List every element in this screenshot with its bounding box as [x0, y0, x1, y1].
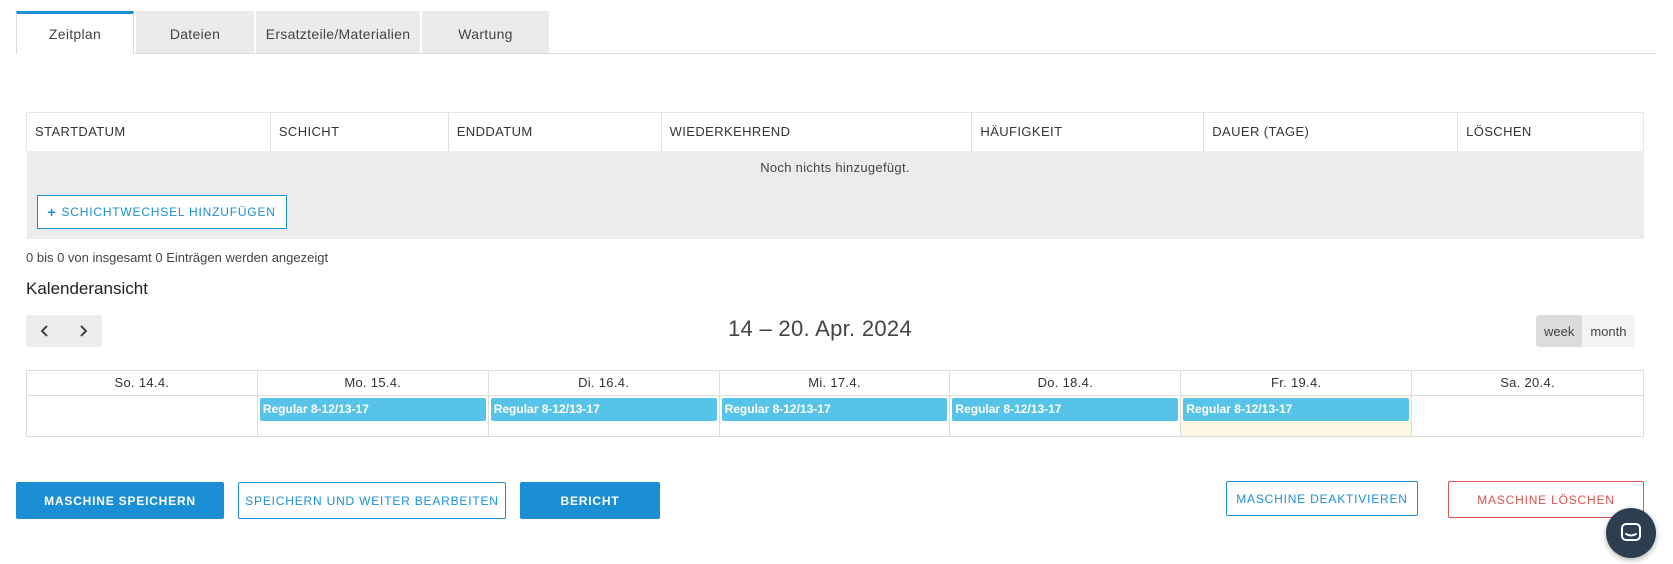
calendar-section-title: Kalenderansicht — [26, 279, 148, 298]
day-header-wed[interactable]: Mi. 17.4. — [719, 371, 951, 396]
empty-row: Noch nichts hinzugefügt. — [26, 150, 1644, 185]
view-week-button[interactable]: week — [1536, 315, 1583, 347]
day-header-fri[interactable]: Fr. 19.4. — [1181, 371, 1413, 396]
view-month-button[interactable]: month — [1582, 315, 1634, 347]
chat-icon — [1621, 523, 1641, 541]
empty-message: Noch nichts hinzugefügt. — [26, 150, 1644, 185]
tab-wartung[interactable]: Wartung — [422, 11, 549, 53]
tab-ersatzteile-materialien[interactable]: Ersatzteile/Materialien — [256, 11, 420, 53]
calendar-event[interactable]: Regular 8-12/13-17 — [1183, 398, 1410, 421]
calendar-event[interactable]: Regular 8-12/13-17 — [490, 398, 717, 421]
calendar-event[interactable]: Regular 8-12/13-17 — [721, 398, 948, 421]
tab-zeitplan[interactable]: Zeitplan — [16, 11, 134, 54]
tab-dateien[interactable]: Dateien — [136, 11, 254, 53]
day-cell-wed[interactable]: Regular 8-12/13-17 — [720, 396, 951, 436]
chevron-left-icon — [40, 325, 48, 337]
column-header-schicht[interactable]: SCHICHT — [269, 112, 449, 151]
calendar-event[interactable]: Regular 8-12/13-17 — [259, 398, 486, 421]
add-shift-change-button[interactable]: + SCHICHTWECHSEL HINZUFÜGEN — [36, 194, 287, 229]
day-cell-fri-today[interactable]: Regular 8-12/13-17 — [1181, 396, 1413, 436]
day-header-thu[interactable]: Do. 18.4. — [950, 371, 1182, 396]
entries-info: 0 bis 0 von insgesamt 0 Einträgen werden… — [26, 250, 329, 265]
column-header-startdatum[interactable]: STARTDATUM — [26, 112, 271, 151]
calendar-event[interactable]: Regular 8-12/13-17 — [952, 398, 1179, 421]
table-header-row: STARTDATUM SCHICHT ENDDATUM WIEDERKEHREN… — [26, 112, 1644, 151]
day-cell-thu[interactable]: Regular 8-12/13-17 — [950, 396, 1182, 436]
save-machine-button[interactable]: MASCHINE SPEICHERN — [16, 482, 224, 519]
plus-icon: + — [47, 203, 57, 220]
add-shift-change-label: SCHICHTWECHSEL HINZUFÜGEN — [61, 204, 276, 219]
column-header-enddatum[interactable]: ENDDATUM — [447, 112, 662, 151]
day-cell-sat[interactable] — [1412, 396, 1643, 436]
day-header-sun[interactable]: So. 14.4. — [27, 371, 258, 396]
day-header-mon[interactable]: Mo. 15.4. — [257, 371, 489, 396]
column-header-wiederkehrend[interactable]: WIEDERKEHREND — [660, 112, 972, 151]
column-header-dauer[interactable]: DAUER (TAGE) — [1203, 112, 1458, 151]
calendar-nav-group — [26, 315, 102, 347]
calendar-view-switch: week month — [1536, 315, 1635, 347]
day-cell-sun[interactable] — [27, 396, 258, 436]
tab-bar: Zeitplan Dateien Ersatzteile/Materialien… — [16, 11, 1656, 54]
report-button[interactable]: BERICHT — [520, 482, 660, 519]
day-cell-tue[interactable]: Regular 8-12/13-17 — [489, 396, 720, 436]
column-header-loeschen[interactable]: LÖSCHEN — [1457, 112, 1644, 151]
prev-week-button[interactable] — [26, 315, 64, 347]
chevron-right-icon — [80, 325, 88, 337]
add-row: + SCHICHTWECHSEL HINZUFÜGEN — [26, 184, 1644, 239]
column-header-haeufigkeit[interactable]: HÄUFIGKEIT — [971, 112, 1204, 151]
shift-table: STARTDATUM SCHICHT ENDDATUM WIEDERKEHREN… — [26, 112, 1644, 239]
deactivate-machine-button[interactable]: MASCHINE DEAKTIVIEREN — [1226, 481, 1418, 516]
calendar-week-grid: So. 14.4. Mo. 15.4. Di. 16.4. Mi. 17.4. … — [26, 370, 1644, 437]
day-header-sat[interactable]: Sa. 20.4. — [1412, 371, 1643, 396]
next-week-button[interactable] — [64, 315, 102, 347]
save-and-continue-button[interactable]: SPEICHERN UND WEITER BEARBEITEN — [238, 482, 506, 519]
day-header-tue[interactable]: Di. 16.4. — [488, 371, 720, 396]
chat-button[interactable] — [1606, 508, 1656, 558]
calendar-title: 14 – 20. Apr. 2024 — [728, 316, 912, 341]
day-cell-mon[interactable]: Regular 8-12/13-17 — [258, 396, 489, 436]
add-row-cell: + SCHICHTWECHSEL HINZUFÜGEN — [26, 184, 1644, 239]
